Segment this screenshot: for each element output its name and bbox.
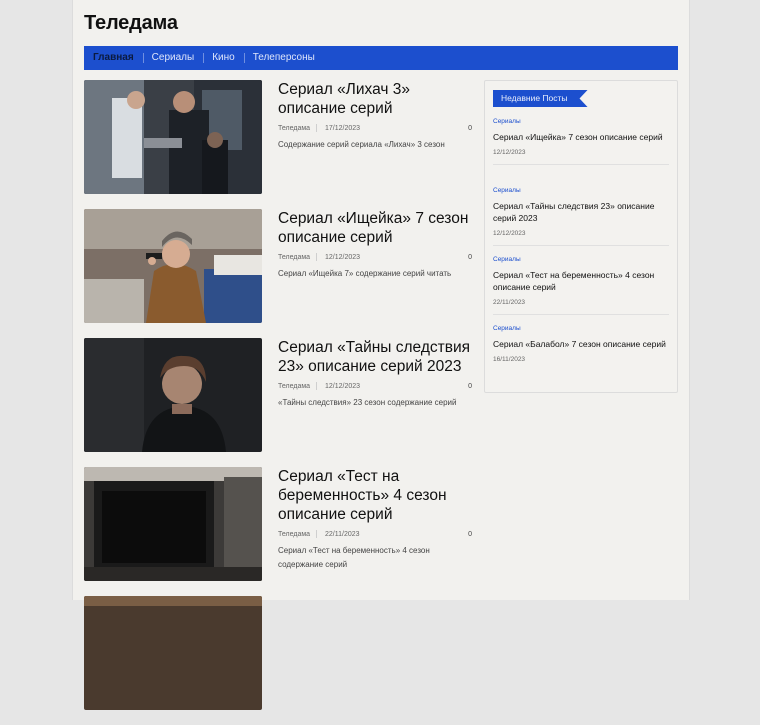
site-title[interactable]: Теледама (84, 12, 178, 35)
post-title[interactable]: Сериал «Тайны следствия 23» описание сер… (278, 338, 474, 376)
post-title[interactable]: Сериал «Лихач 3» описание серий (278, 80, 474, 118)
post-author[interactable]: Теледама (278, 383, 310, 390)
post-excerpt: Сериал «Тест на беременность» 4 сезон со… (278, 546, 430, 569)
recent-post-item: Сериалы Сериал «Тест на беременность» 4 … (493, 256, 669, 315)
recent-post-title[interactable]: Сериал «Тайны следствия 23» описание сер… (493, 200, 669, 224)
post-card: Сериал «Ищейка» 7 сезон описание серий Т… (84, 209, 474, 338)
comment-count[interactable]: 0 (468, 531, 472, 538)
recent-post-date: 16/11/2023 (493, 356, 526, 363)
divider (493, 245, 669, 246)
meta-divider (316, 382, 317, 390)
post-thumbnail[interactable] (84, 338, 262, 452)
post-thumbnail[interactable] (84, 596, 262, 710)
divider (493, 164, 669, 165)
page-container: Теледама Главная Сериалы Кино Телеперсон… (72, 0, 690, 710)
nav-item-tv-persons[interactable]: Телеперсоны (243, 46, 324, 70)
post-title[interactable]: Сериал «Тест на беременность» 4 сезон оп… (278, 467, 474, 524)
divider (493, 314, 669, 315)
post-author[interactable]: Теледама (278, 531, 310, 538)
post-card: Сериал «Тайны следствия 23» описание сер… (84, 338, 474, 467)
post-date: 22/11/2023 (325, 530, 360, 538)
main-navigation: Главная Сериалы Кино Телеперсоны (84, 46, 678, 70)
recent-post-title[interactable]: Сериал «Ищейка» 7 сезон описание серий (493, 131, 669, 143)
comment-count[interactable]: 0 (468, 383, 472, 390)
recent-post-item: Сериалы Сериал «Ищейка» 7 сезон описание… (493, 118, 669, 165)
recent-post-date: 12/12/2023 (493, 149, 526, 156)
meta-divider (316, 530, 317, 538)
post-excerpt: Сериал «Ищейка 7» содержание серий читат… (278, 269, 452, 278)
post-author[interactable]: Теледама (278, 125, 310, 132)
post-excerpt: «Тайны следствия» 23 сезон содержание се… (278, 398, 457, 407)
nav-item-home[interactable]: Главная (84, 46, 143, 70)
comment-count[interactable]: 0 (468, 254, 472, 261)
recent-post-title[interactable]: Сериал «Тест на беременность» 4 сезон оп… (493, 269, 669, 293)
post-thumbnail[interactable] (84, 209, 262, 323)
recent-post-title[interactable]: Сериал «Балабол» 7 сезон описание серий (493, 338, 669, 350)
post-meta: Теледама 22/11/2023 0 (278, 530, 472, 538)
post-author[interactable]: Теледама (278, 254, 310, 261)
meta-divider (316, 253, 317, 261)
post-excerpt: Содержание серий сериала «Лихач» 3 сезон (278, 140, 445, 149)
recent-post-item: Сериалы Сериал «Тайны следствия 23» опис… (493, 187, 669, 246)
post-date: 12/12/2023 (325, 253, 361, 261)
nav-item-series[interactable]: Сериалы (142, 46, 204, 70)
recent-posts-widget: Недавние Посты Сериалы Сериал «Ищейка» 7… (484, 80, 678, 393)
recent-post-date: 22/11/2023 (493, 299, 526, 306)
post-list: Сериал «Лихач 3» описание серий Теледама… (84, 80, 474, 725)
post-date: 12/12/2023 (325, 382, 361, 390)
post-card: Сериал «Тест на беременность» 4 сезон оп… (84, 467, 474, 596)
post-meta: Теледама 12/12/2023 0 (278, 382, 472, 390)
meta-divider (316, 124, 317, 132)
post-meta: Теледама 12/12/2023 0 (278, 253, 472, 261)
post-card: Сериал «Лихач 3» описание серий Теледама… (84, 80, 474, 209)
post-date: 17/12/2023 (325, 124, 361, 132)
post-card (84, 596, 474, 725)
comment-count[interactable]: 0 (468, 125, 472, 132)
recent-post-category[interactable]: Сериалы (493, 256, 669, 263)
recent-post-category[interactable]: Сериалы (493, 187, 669, 194)
post-meta: Теледама 17/12/2023 0 (278, 124, 472, 132)
nav-item-cinema[interactable]: Кино (203, 46, 244, 70)
recent-post-category[interactable]: Сериалы (493, 118, 669, 125)
widget-heading: Недавние Посты (493, 90, 588, 107)
post-thumbnail[interactable] (84, 467, 262, 581)
post-title[interactable]: Сериал «Ищейка» 7 сезон описание серий (278, 209, 474, 247)
recent-post-item: Сериалы Сериал «Балабол» 7 сезон описани… (493, 325, 669, 363)
recent-post-category[interactable]: Сериалы (493, 325, 669, 332)
post-thumbnail[interactable] (84, 80, 262, 194)
recent-post-date: 12/12/2023 (493, 230, 526, 237)
